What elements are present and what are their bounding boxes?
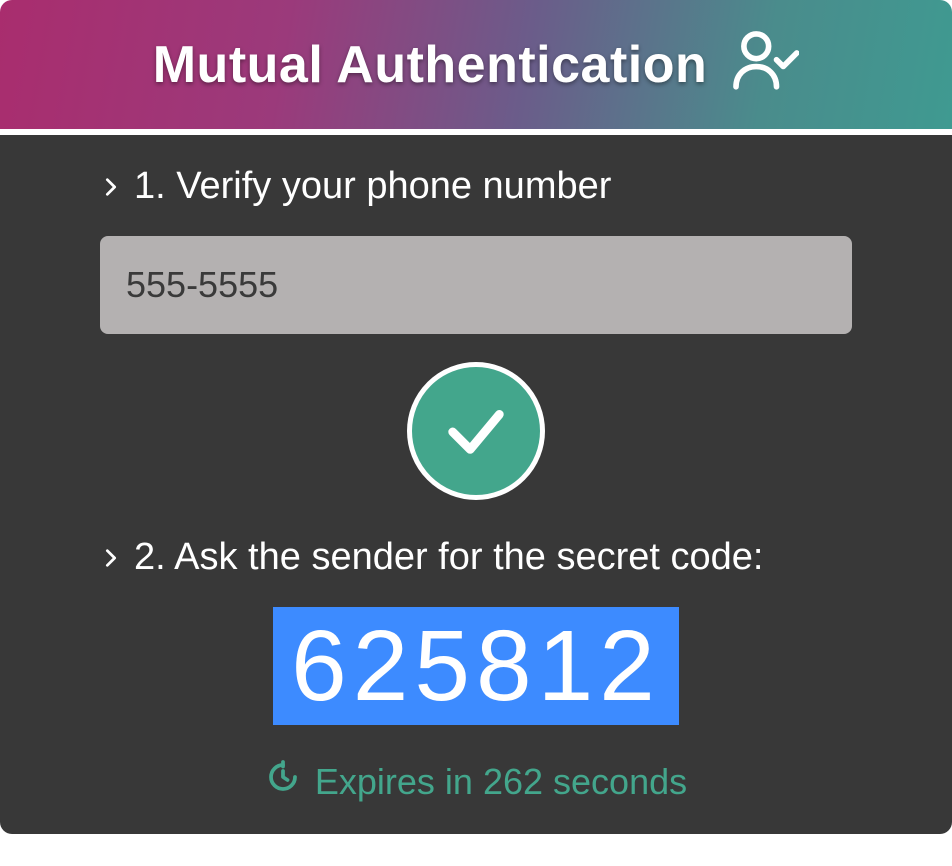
expiry-seconds: 262 [483,761,543,802]
expiry-text: Expires in 262 seconds [315,761,687,803]
card-body: 1. Verify your phone number 2. Ask the s… [0,135,952,834]
chevron-right-icon [100,536,122,579]
expiry-row: Expires in 262 seconds [100,759,852,804]
clock-icon [265,759,301,804]
chevron-right-icon [100,165,122,208]
card-title: Mutual Authentication [153,35,708,95]
step-2-text: 2. Ask the sender for the secret code: [134,536,763,579]
step-2-label: 2. Ask the sender for the secret code: [100,536,852,579]
auth-card: Mutual Authentication 1. Verify your pho… [0,0,952,834]
secret-code: 625812 [273,607,679,725]
confirm-button[interactable] [407,362,545,500]
step-1-text: 1. Verify your phone number [134,165,611,208]
phone-input[interactable] [100,236,852,334]
user-check-icon [727,26,799,103]
step-1-label: 1. Verify your phone number [100,165,852,208]
check-icon [441,394,511,469]
card-header: Mutual Authentication [0,0,952,135]
